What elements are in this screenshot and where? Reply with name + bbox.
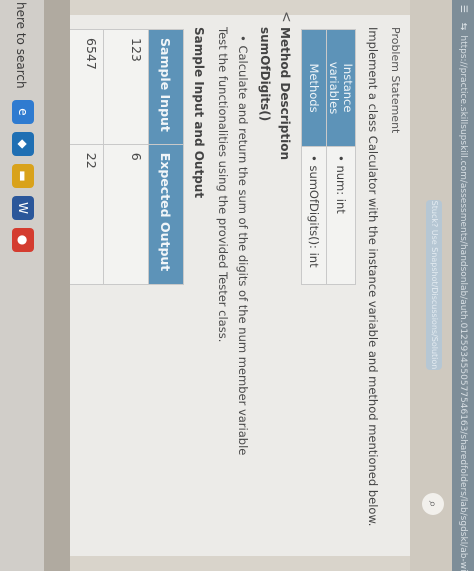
class-spec-table: Instance variables • num: int Methods • … — [301, 29, 356, 285]
bullet-icon: • — [236, 35, 250, 42]
tester-instruction: Test the functionalities using the provi… — [216, 27, 230, 343]
column-header-sample-input: Sample Input — [148, 29, 184, 145]
instance-variables-label: Instance variables — [326, 29, 356, 147]
methods-value: • sumOfDigits(): int — [301, 146, 327, 285]
help-button[interactable]: Stuck? Use Snapshot/Discussions/Solution — [426, 200, 442, 370]
bullet-icon: • — [334, 155, 348, 162]
tab-icon[interactable]: ☰ — [458, 0, 468, 18]
browser-address-bar[interactable]: ☰ ⇆ https://practice.skillsupskill.com/a… — [452, 0, 474, 571]
sample-io-table: Sample Input Expected Output 123 6 6547 … — [58, 29, 184, 285]
back-arrow-icon[interactable]: ⇆ — [458, 18, 468, 36]
sample-input-cell: 123 — [103, 29, 149, 145]
chrome-icon[interactable]: ● — [12, 228, 34, 252]
file-explorer-icon[interactable]: ▬ — [12, 164, 34, 188]
method-description-heading: Method Description — [278, 27, 292, 160]
expected-output-cell: 6 — [103, 144, 149, 285]
method-description-text: Calculate and return the sum of the digi… — [236, 45, 250, 456]
edge-icon[interactable]: e — [12, 100, 34, 124]
methods-label: Methods — [301, 29, 327, 147]
taskbar-search-box[interactable]: here to search — [14, 2, 28, 89]
problem-panel: Problem Statement Implement a class Calc… — [58, 11, 410, 556]
search-icon[interactable]: ⌕ — [422, 493, 444, 515]
table-header-row: Sample Input Expected Output — [148, 29, 184, 285]
dropbox-icon[interactable]: ◆ — [12, 132, 34, 156]
sample-io-heading: Sample Input and Output — [192, 27, 206, 199]
problem-description: Implement a class Calculator with the in… — [366, 27, 380, 527]
instance-variables-value: • num: int — [326, 146, 356, 285]
site-header: Stuck? Use Snapshot/Discussions/Solution… — [410, 0, 452, 571]
problem-title: Problem Statement — [389, 27, 402, 134]
word-icon[interactable]: W — [12, 196, 34, 220]
table-row: Instance variables • num: int — [326, 29, 356, 285]
rotated-screen: ☰ ⇆ https://practice.skillsupskill.com/a… — [0, 0, 474, 571]
instance-variable-text: num: int — [334, 165, 348, 214]
method-name: sumOfDigits() — [258, 27, 272, 122]
table-row: 123 6 — [103, 29, 149, 285]
table-row: Methods • sumOfDigits(): int — [301, 29, 327, 285]
windows-taskbar: here to search e ◆ ▬ W ● — [0, 0, 44, 571]
method-signature-text: sumOfDigits(): int — [307, 165, 321, 268]
column-header-expected-output: Expected Output — [148, 144, 184, 285]
collapse-chevron-icon[interactable]: < — [278, 11, 294, 23]
method-description-line: • Calculate and return the sum of the di… — [236, 35, 250, 455]
url-text[interactable]: https://practice.skillsupskill.com/asses… — [458, 35, 468, 571]
taskbar-app-icons: e ◆ ▬ W ● — [12, 100, 34, 252]
bullet-icon: • — [307, 155, 321, 162]
